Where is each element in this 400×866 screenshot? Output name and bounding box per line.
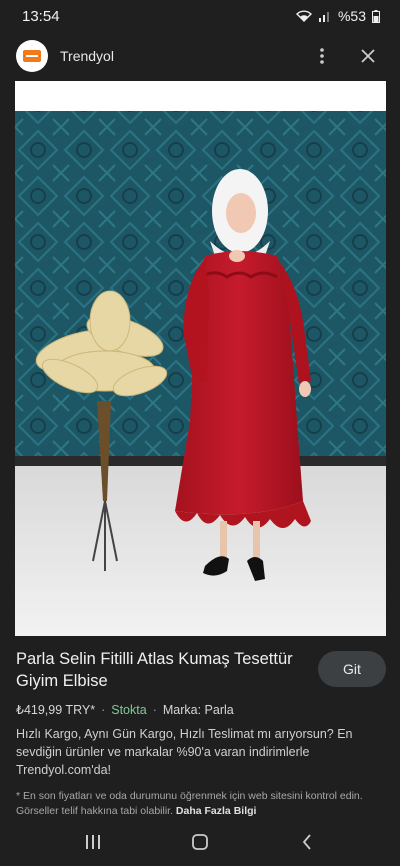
product-description: Hızlı Kargo, Aynı Gün Kargo, Hızlı Tesli… (16, 727, 353, 777)
back-button[interactable] (283, 822, 331, 862)
recent-apps-icon (86, 835, 101, 849)
result-header: Trendyol (0, 32, 400, 80)
more-options-button[interactable] (306, 40, 338, 72)
home-button[interactable] (176, 822, 224, 862)
battery-percent: %53 (337, 8, 366, 24)
product-info: Parla Selin Fitilli Atlas Kumaş Tesettür… (16, 648, 386, 819)
status-icons: %53 (295, 8, 380, 24)
recent-apps-button[interactable] (69, 822, 117, 862)
close-button[interactable] (352, 40, 384, 72)
close-icon (361, 49, 375, 63)
more-info-link[interactable]: Daha Fazla Bilgi (176, 805, 257, 817)
go-button[interactable]: Git (318, 651, 386, 687)
status-bar: 13:54 %53 (0, 0, 400, 32)
signal-icon (318, 12, 329, 22)
disclaimer: * En son fiyatları ve oda durumunu öğren… (16, 789, 386, 819)
system-nav-bar (0, 818, 400, 866)
battery-icon (372, 9, 380, 23)
separator-dot: · (101, 702, 106, 717)
home-icon (192, 834, 208, 850)
separator-dot: · (152, 702, 157, 717)
product-meta: ₺419,99 TRY* · Stokta · Marka: Parla (16, 702, 386, 718)
site-name: Trendyol (60, 48, 114, 64)
product-image[interactable] (15, 81, 386, 636)
product-title[interactable]: Parla Selin Fitilli Atlas Kumaş Tesettür… (16, 648, 301, 692)
wifi-icon (295, 10, 312, 22)
product-price: ₺419,99 TRY* (16, 703, 96, 717)
status-time: 13:54 (22, 7, 60, 25)
product-brand: Marka: Parla (162, 702, 234, 717)
more-vert-icon (320, 48, 324, 64)
back-icon (302, 834, 311, 850)
stock-status: Stokta (111, 702, 147, 717)
trendyol-logo-icon[interactable] (16, 40, 48, 72)
